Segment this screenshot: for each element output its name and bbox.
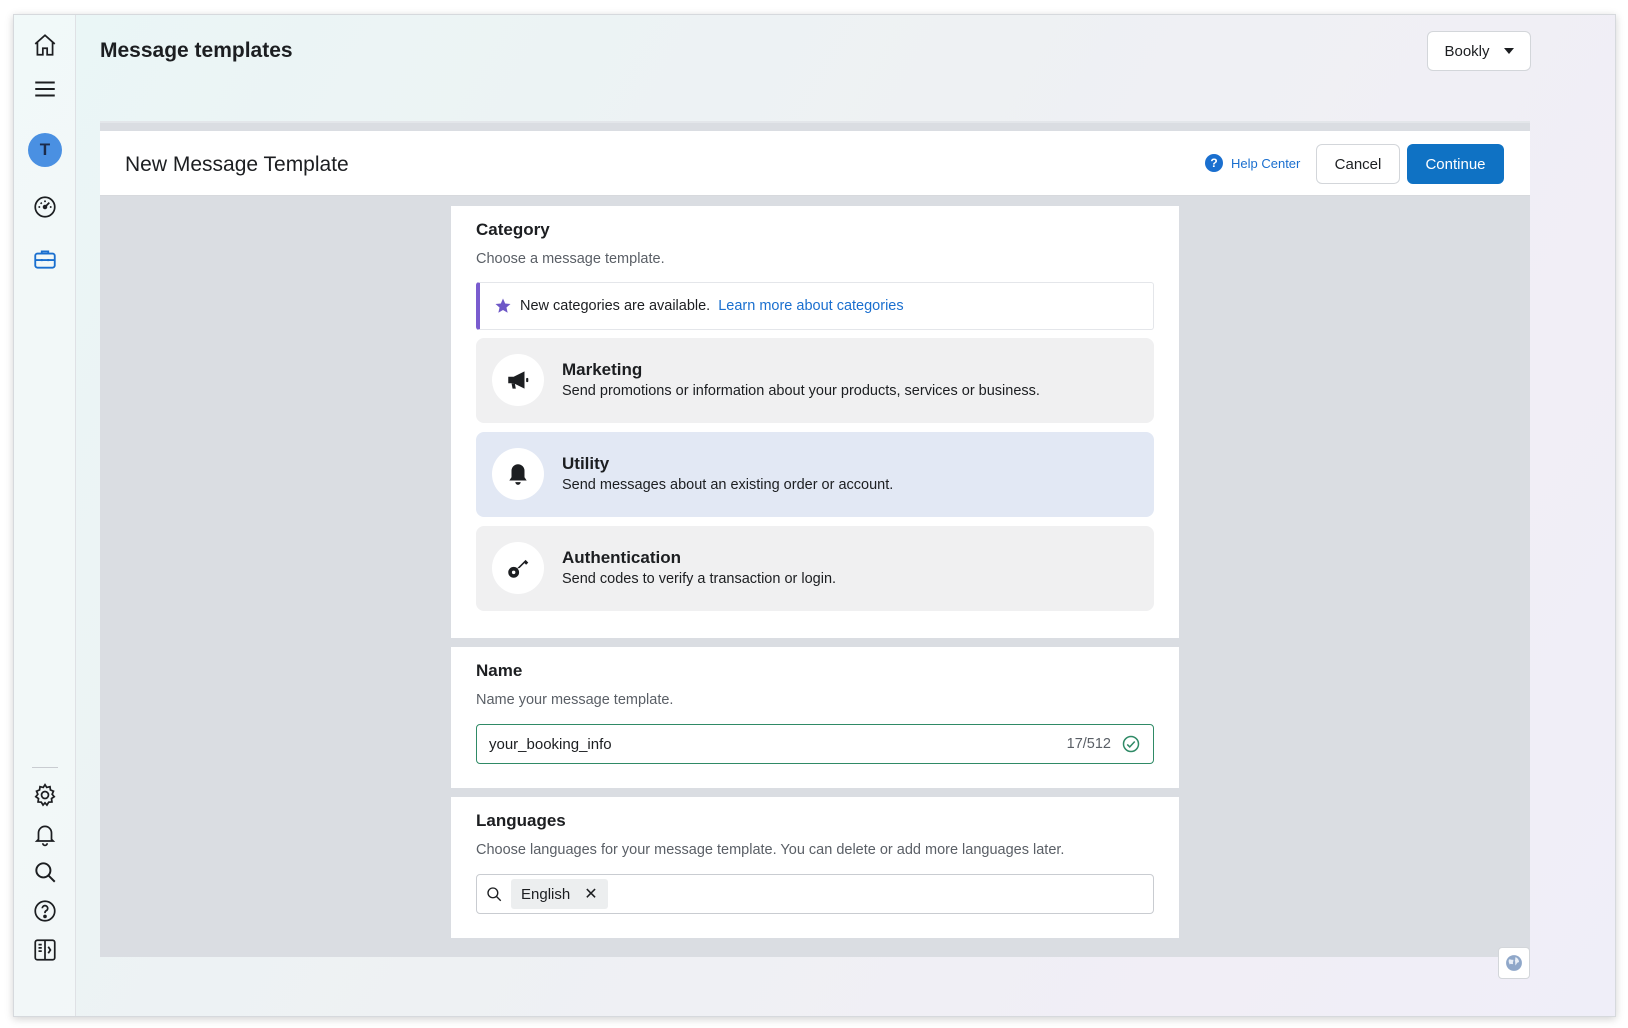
continue-button[interactable]: Continue xyxy=(1407,144,1504,184)
learn-more-link[interactable]: Learn more about categories xyxy=(718,298,903,314)
languages-title: Languages xyxy=(476,811,566,830)
category-title: Category xyxy=(476,220,550,239)
language-chip-label: English xyxy=(521,885,571,903)
languages-subtitle: Choose languages for your message templa… xyxy=(476,842,1065,858)
star-icon xyxy=(495,298,511,313)
template-name-input[interactable]: your_booking_info 17/512 xyxy=(476,724,1154,764)
name-title: Name xyxy=(476,661,523,680)
cancel-button[interactable]: Cancel xyxy=(1316,144,1400,184)
panel-toggle-icon[interactable] xyxy=(30,935,60,965)
megaphone-icon xyxy=(492,354,544,406)
app-window: T Message templates Bookly New Message T… xyxy=(13,14,1616,1017)
key-icon xyxy=(492,542,544,594)
search-icon[interactable] xyxy=(30,857,60,887)
bell-icon[interactable] xyxy=(30,819,60,849)
option-title: Authentication xyxy=(562,548,681,567)
category-option-utility[interactable]: Utility Send messages about an existing … xyxy=(476,432,1154,517)
notice-text: New categories are available. xyxy=(520,298,711,314)
avatar-initial: T xyxy=(39,140,51,159)
avatar[interactable]: T xyxy=(28,133,62,167)
briefcase-icon[interactable] xyxy=(30,244,60,274)
languages-card: Languages Choose languages for your mess… xyxy=(451,797,1179,938)
new-categories-notice: New categories are available. Learn more… xyxy=(476,282,1154,330)
name-subtitle: Name your message template. xyxy=(476,692,674,708)
language-search-input[interactable]: English ✕ xyxy=(476,874,1154,914)
gear-icon[interactable] xyxy=(30,780,60,810)
panel-header: New Message Template ? Help Center Cance… xyxy=(100,131,1530,196)
sidebar: T xyxy=(14,15,76,1016)
bell-icon xyxy=(492,448,544,500)
character-count: 17/512 xyxy=(1066,736,1111,752)
page-title: Message templates xyxy=(100,39,293,62)
category-option-marketing[interactable]: Marketing Send promotions or information… xyxy=(476,338,1154,423)
help-center-label: Help Center xyxy=(1231,155,1301,171)
account-selector[interactable]: Bookly xyxy=(1427,31,1531,71)
category-subtitle: Choose a message template. xyxy=(476,251,665,267)
template-panel: New Message Template ? Help Center Cance… xyxy=(100,121,1530,957)
option-title: Utility xyxy=(562,454,610,473)
name-card: Name Name your message template. your_bo… xyxy=(451,647,1179,788)
option-description: Send messages about an existing order or… xyxy=(562,477,894,493)
sidebar-divider xyxy=(32,767,58,768)
dashboard-icon[interactable] xyxy=(30,192,60,222)
option-title: Marketing xyxy=(562,360,643,379)
home-icon[interactable] xyxy=(30,30,60,60)
globe-icon[interactable] xyxy=(1498,947,1530,979)
help-icon[interactable] xyxy=(30,896,60,926)
account-name: Bookly xyxy=(1444,42,1490,60)
remove-language-icon[interactable]: ✕ xyxy=(584,884,597,904)
option-description: Send promotions or information about you… xyxy=(562,383,1040,399)
category-option-authentication[interactable]: Authentication Send codes to verify a tr… xyxy=(476,526,1154,611)
language-chip-english: English ✕ xyxy=(511,879,608,909)
panel-title: New Message Template xyxy=(125,153,349,176)
help-center-link[interactable]: ? Help Center xyxy=(1205,154,1300,172)
menu-icon[interactable] xyxy=(30,74,60,104)
template-name-value[interactable]: your_booking_info xyxy=(489,736,1067,753)
help-circle-icon: ? xyxy=(1205,154,1223,172)
caret-down-icon xyxy=(1503,48,1514,54)
search-icon xyxy=(487,887,502,902)
category-card: Category Choose a message template. New … xyxy=(451,206,1179,638)
option-description: Send codes to verify a transaction or lo… xyxy=(562,571,837,587)
check-circle-icon xyxy=(1122,735,1140,753)
